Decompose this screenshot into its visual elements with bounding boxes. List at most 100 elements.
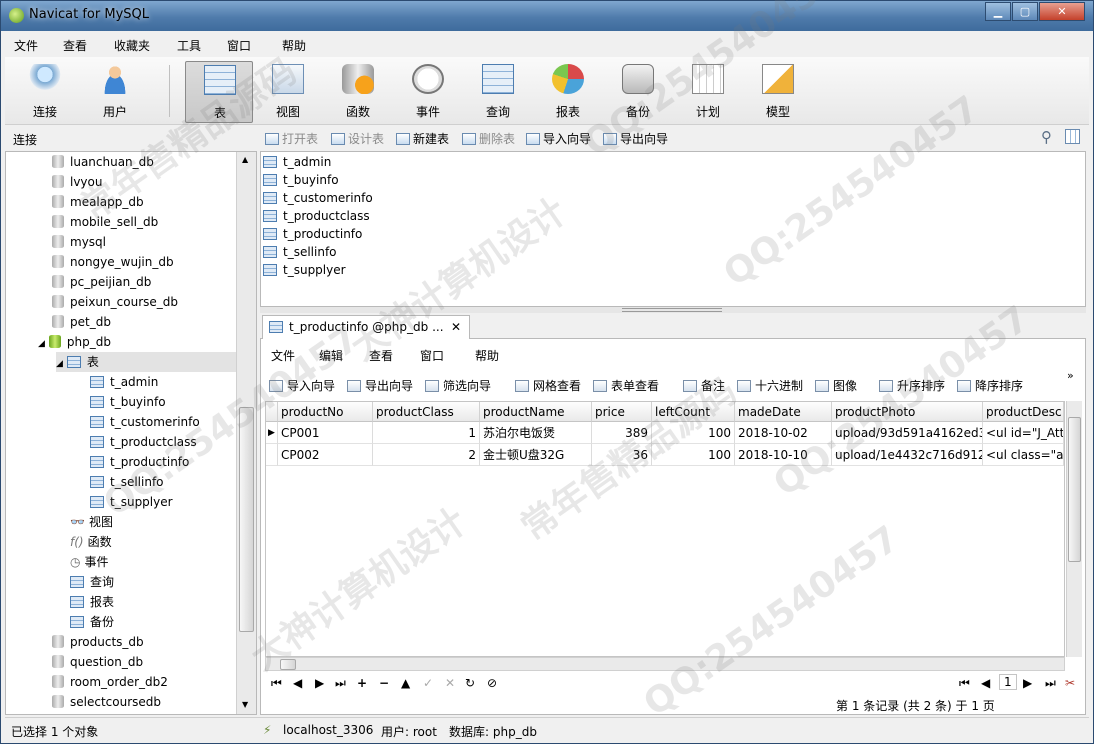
table-cell[interactable]: 苏泊尔电饭煲 [480,422,592,444]
table-cell[interactable]: 1 [373,422,480,444]
grid-hscroll-thumb[interactable] [280,659,296,670]
table-list-item[interactable]: t_productinfo [263,224,362,244]
next-page-icon[interactable]: ▶ [1023,676,1032,690]
tree-functions-node[interactable]: f() 函数 [70,532,112,552]
delete-table-button[interactable]: 删除表 [462,130,515,147]
toolbar-model-button[interactable]: 模型 [748,61,808,121]
import-wizard-button[interactable]: 导入向导 [526,130,591,147]
memo-button[interactable]: 备注 [683,377,725,394]
design-table-button[interactable]: 设计表 [331,130,384,147]
tree-table-item[interactable]: t_buyinfo [90,392,166,412]
data-menu-view[interactable]: 查看 [369,347,393,364]
menu-tools[interactable]: 工具 [177,37,201,54]
scroll-down-icon[interactable]: ▼ [242,700,248,709]
menu-view[interactable]: 查看 [63,37,87,54]
toolbar-backup-button[interactable]: 备份 [608,61,668,121]
first-record-icon[interactable]: ⏮ [271,676,282,691]
tree-backups-node[interactable]: 备份 [70,612,114,632]
table-cell[interactable]: 36 [592,444,652,466]
tree-table-item[interactable]: t_sellinfo [90,472,164,492]
refresh-icon[interactable]: ↻ [465,676,475,690]
toolbar-schedule-button[interactable]: 计划 [678,61,738,121]
column-header-productClass[interactable]: productClass [373,402,480,422]
tree-db-mealapp[interactable]: mealapp_db [52,192,144,212]
toolbar-report-button[interactable]: 报表 [538,61,598,121]
tree-tables-node[interactable]: ◢ 表 [56,352,236,372]
toolbar-event-button[interactable]: 事件 [398,61,458,121]
table-cell[interactable]: 金士顿U盘32G [480,444,592,466]
tree-table-item[interactable]: t_admin [90,372,158,392]
column-header-productDesc[interactable]: productDesc [983,402,1064,422]
page-number-field[interactable]: 1 [999,674,1017,690]
tree-db-pet[interactable]: pet_db [52,312,111,332]
prev-record-icon[interactable]: ◀ [293,676,302,690]
column-header-leftCount[interactable]: leftCount [652,402,735,422]
add-record-icon[interactable]: + [357,676,367,690]
column-header-price[interactable]: price [592,402,652,422]
grid-view-button[interactable]: 网格查看 [515,377,581,394]
toolbar-function-button[interactable]: 函数 [328,61,388,121]
scroll-up-icon[interactable]: ▲ [242,155,248,164]
grid-horizontal-scrollbar[interactable] [265,657,1065,671]
last-record-icon[interactable]: ⏭ [335,676,346,691]
prev-page-icon[interactable]: ◀ [981,676,990,690]
stop-icon[interactable]: ⊘ [487,676,497,690]
table-cell[interactable]: <ul id="J_Attr [983,422,1064,444]
menu-window[interactable]: 窗口 [227,37,251,54]
grid-view-icon[interactable] [1065,129,1080,144]
expand-arrow-icon[interactable]: ◢ [38,339,45,349]
table-cell[interactable]: 100 [652,422,735,444]
splitter-grip[interactable] [622,308,722,312]
table-cell[interactable]: upload/1e4432c716d912 [832,444,983,466]
tree-db-peixun-course[interactable]: peixun_course_db [52,292,178,312]
grid-vertical-scrollbar[interactable] [1066,401,1082,657]
tree-db-room-order[interactable]: room_order_db2 [52,672,168,692]
settings-tools-icon[interactable]: ✂ [1065,676,1075,690]
tree-scrollbar[interactable]: ▲ ▼ [236,152,256,714]
tree-table-item[interactable]: t_productclass [90,432,197,452]
table-list-item[interactable]: t_supplyer [263,260,346,280]
move-up-icon[interactable]: ▲ [401,676,410,690]
tree-db-luanchuan[interactable]: luanchuan_db [52,152,154,172]
menu-favorites[interactable]: 收藏夹 [114,37,150,54]
table-cell[interactable]: <ul class="att [983,444,1064,466]
tree-db-php[interactable]: ◢ php_db [38,332,111,352]
toolbar-user-button[interactable]: 用户 [85,61,145,121]
export-wizard-button[interactable]: 导出向导 [603,130,668,147]
toolbar-view-button[interactable]: 视图 [258,61,318,121]
toolbar-connect-button[interactable]: 连接 [15,61,75,121]
tree-db-lvyou[interactable]: lvyou [52,172,102,192]
data-menu-help[interactable]: 帮助 [475,347,499,364]
menu-help[interactable]: 帮助 [282,37,306,54]
table-cell[interactable]: 389 [592,422,652,444]
data-import-wizard-button[interactable]: 导入向导 [269,377,335,394]
form-view-button[interactable]: 表单查看 [593,377,659,394]
maximize-button[interactable]: ▢ [1012,2,1038,21]
data-menu-file[interactable]: 文件 [271,347,295,364]
table-list-item[interactable]: t_productclass [263,206,370,226]
column-header-productPhoto[interactable]: productPhoto [832,402,983,422]
data-export-wizard-button[interactable]: 导出向导 [347,377,413,394]
image-button[interactable]: 图像 [815,377,857,394]
table-list-item[interactable]: t_admin [263,152,331,172]
column-header-productNo[interactable]: productNo [278,402,373,422]
tree-db-nongye-wujin[interactable]: nongye_wujin_db [52,252,174,272]
minimize-button[interactable]: ▁ [985,2,1011,21]
column-header-madeDate[interactable]: madeDate [735,402,832,422]
menu-file[interactable]: 文件 [14,37,38,54]
tab-close-icon[interactable]: ✕ [451,316,461,338]
search-icon[interactable]: ⚲ [1041,128,1052,146]
table-list-item[interactable]: t_customerinfo [263,188,373,208]
tree-db-pc-peijian[interactable]: pc_peijian_db [52,272,151,292]
close-button[interactable]: ✕ [1039,2,1085,21]
table-cell[interactable]: CP001 [278,422,373,444]
filter-wizard-button[interactable]: 筛选向导 [425,377,491,394]
sort-ascending-button[interactable]: 升序排序 [879,377,945,394]
next-record-icon[interactable]: ▶ [315,676,324,690]
toolbar-table-button[interactable]: 表 [185,61,253,123]
table-cell[interactable]: CP002 [278,444,373,466]
table-cell[interactable]: 2 [373,444,480,466]
tree-scrollbar-thumb[interactable] [239,407,254,632]
table-list-item[interactable]: t_buyinfo [263,170,339,190]
last-page-icon[interactable]: ⏭ [1045,676,1056,691]
